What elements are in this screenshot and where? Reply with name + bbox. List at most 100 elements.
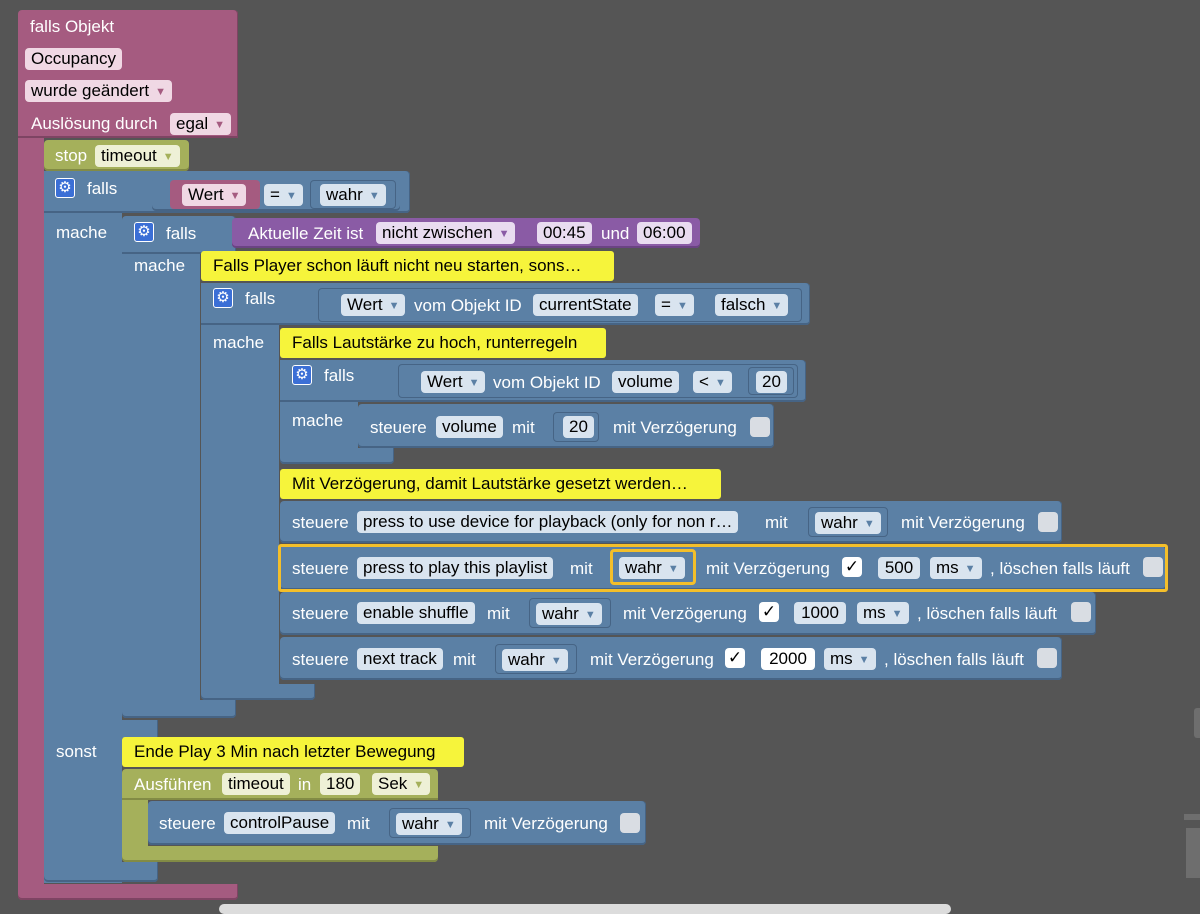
control-playlist-object-field[interactable]: press to play this playlist (357, 557, 554, 579)
timeout-label: Ausführen (134, 775, 212, 794)
control-playlist-delay-field[interactable]: 500 (878, 557, 920, 579)
if1-sonst-label: sonst (56, 742, 97, 761)
chevron-down-icon: ▼ (229, 190, 241, 202)
if2-mache-label: mache (134, 256, 186, 275)
trash-handle (1194, 708, 1200, 738)
control-pause-object-field[interactable]: controlPause (224, 812, 336, 834)
if3-op-dropdown[interactable]: = ▼ (655, 294, 694, 316)
timeout-name-field[interactable]: timeout (222, 773, 290, 795)
control-shuffle-delay-label: mit Verzögerung (623, 604, 747, 623)
control-next-object-field[interactable]: next track (357, 648, 443, 670)
if1-var-dropdown[interactable]: Wert ▼ (182, 184, 247, 206)
comment-text: Falls Player schon läuft nicht neu start… (213, 256, 582, 275)
time-from-field[interactable]: 00:45 (537, 222, 592, 244)
control-volume-number-field[interactable]: 20 (563, 416, 594, 438)
control-playlist-clear-checkbox[interactable] (1143, 557, 1163, 577)
control-playlist-delay-checkbox[interactable]: ✓ (842, 557, 862, 577)
trigger-block-bottom (18, 884, 238, 900)
if4-falls-label: falls (324, 366, 355, 385)
comment-text: Falls Lautstärke zu hoch, runterregeln (292, 333, 578, 352)
control-playlist-unit-value: ms (936, 558, 959, 577)
if1-op-dropdown[interactable]: = ▼ (264, 184, 303, 206)
gear-icon[interactable]: ⚙ (292, 365, 312, 385)
if4-var-dropdown[interactable]: Wert ▼ (421, 371, 486, 393)
control-volume-object-field[interactable]: volume (436, 416, 503, 438)
trigger-by-value: egal (176, 114, 209, 133)
control-pause-delay-checkbox[interactable] (620, 813, 640, 833)
control-shuffle-unit-dropdown[interactable]: ms ▼ (857, 602, 909, 624)
if3-value-dropdown[interactable]: falsch ▼ (715, 294, 789, 316)
time-mode-dropdown[interactable]: nicht zwischen ▼ (376, 222, 516, 244)
comment-text: Ende Play 3 Min nach letzter Bewegung (134, 742, 436, 761)
chevron-down-icon: ▼ (444, 819, 456, 831)
chevron-down-icon: ▼ (676, 300, 688, 312)
chevron-down-icon: ▼ (285, 190, 297, 202)
if1-value-dropdown[interactable]: wahr ▼ (320, 184, 386, 206)
control-pause-with-label: mit (347, 814, 370, 833)
chevron-down-icon: ▼ (858, 654, 870, 666)
trigger-event-dropdown[interactable]: wurde geändert ▼ (25, 80, 173, 102)
control-playlist-clear-label: , löschen falls läuft (990, 559, 1130, 578)
control-playlist-unit-dropdown[interactable]: ms ▼ (930, 557, 982, 579)
timeout-block-spine (122, 800, 148, 850)
chevron-down-icon: ▼ (388, 300, 400, 312)
control-shuffle-clear-label: , löschen falls läuft (917, 604, 1057, 623)
control-next-unit-value: ms (830, 649, 853, 668)
control-shuffle-clear-checkbox[interactable] (1071, 602, 1091, 622)
control-shuffle-object-field[interactable]: enable shuffle (357, 602, 475, 624)
chevron-down-icon: ▼ (214, 119, 226, 131)
chevron-down-icon: ▼ (863, 518, 875, 530)
control-shuffle-value-dropdown[interactable]: wahr ▼ (536, 603, 602, 625)
chevron-down-icon: ▼ (498, 228, 510, 240)
control-device-label: steuere (292, 513, 349, 532)
chevron-down-icon: ▼ (771, 300, 783, 312)
control-shuffle-delay-field[interactable]: 1000 (794, 602, 846, 624)
if3-object-field[interactable]: currentState (533, 294, 638, 316)
if4-object-field[interactable]: volume (612, 371, 679, 393)
trash-icon[interactable] (1180, 700, 1200, 910)
control-playlist-delay-label: mit Verzögerung (706, 559, 830, 578)
control-next-unit-dropdown[interactable]: ms ▼ (824, 648, 876, 670)
chevron-down-icon: ▼ (413, 779, 425, 791)
control-device-object-field[interactable]: press to use device for playback (only f… (357, 511, 739, 533)
chevron-down-icon: ▼ (468, 377, 480, 389)
control-next-clear-checkbox[interactable] (1037, 648, 1057, 668)
if4-op-dropdown[interactable]: < ▼ (693, 371, 732, 393)
trigger-by-dropdown[interactable]: egal ▼ (170, 113, 232, 135)
gear-icon[interactable]: ⚙ (55, 178, 75, 198)
if1-var-value: Wert (188, 185, 224, 204)
control-device-value-dropdown[interactable]: wahr ▼ (815, 512, 881, 534)
timeout-value-field[interactable]: 180 (320, 773, 361, 795)
control-shuffle-delay-checkbox[interactable]: ✓ (759, 602, 779, 622)
control-playlist-value-dropdown[interactable]: wahr ▼ (619, 557, 685, 579)
gear-icon[interactable]: ⚙ (213, 288, 233, 308)
trigger-header: falls Objekt (30, 17, 115, 36)
if-block-main-spine (44, 213, 122, 883)
time-mode-value: nicht zwischen (382, 223, 493, 242)
timeout-unit-dropdown[interactable]: Sek ▼ (372, 773, 431, 795)
time-to-field[interactable]: 06:00 (637, 222, 692, 244)
control-playlist-label: steuere (292, 559, 349, 578)
if4-number-field[interactable]: 20 (756, 371, 787, 393)
control-playlist-value: wahr (625, 558, 662, 577)
stop-timeout-dropdown[interactable]: timeout ▼ (95, 145, 180, 167)
control-device-delay-checkbox[interactable] (1038, 512, 1058, 532)
control-shuffle-label: steuere (292, 604, 349, 623)
chevron-down-icon: ▼ (368, 190, 380, 202)
time-and-label: und (601, 224, 630, 243)
if1-value-value: wahr (326, 185, 363, 204)
gear-icon[interactable]: ⚙ (134, 222, 154, 242)
if3-var-dropdown[interactable]: Wert ▼ (341, 294, 406, 316)
control-next-delay-checkbox[interactable]: ✓ (725, 648, 745, 668)
timeout-block-bottom (122, 846, 438, 862)
control-volume-delay-checkbox[interactable] (750, 417, 770, 437)
horizontal-scrollbar[interactable] (219, 904, 951, 914)
control-next-value-dropdown[interactable]: wahr ▼ (502, 649, 568, 671)
control-pause-value-dropdown[interactable]: wahr ▼ (396, 813, 462, 835)
control-next-delay-field[interactable]: 2000 (761, 648, 815, 670)
if-block-state-spine (201, 325, 279, 690)
chevron-down-icon: ▼ (667, 563, 679, 575)
if-block-state-bottom (201, 684, 315, 700)
trigger-object-field[interactable]: Occupancy (25, 48, 123, 70)
chevron-down-icon: ▼ (550, 655, 562, 667)
